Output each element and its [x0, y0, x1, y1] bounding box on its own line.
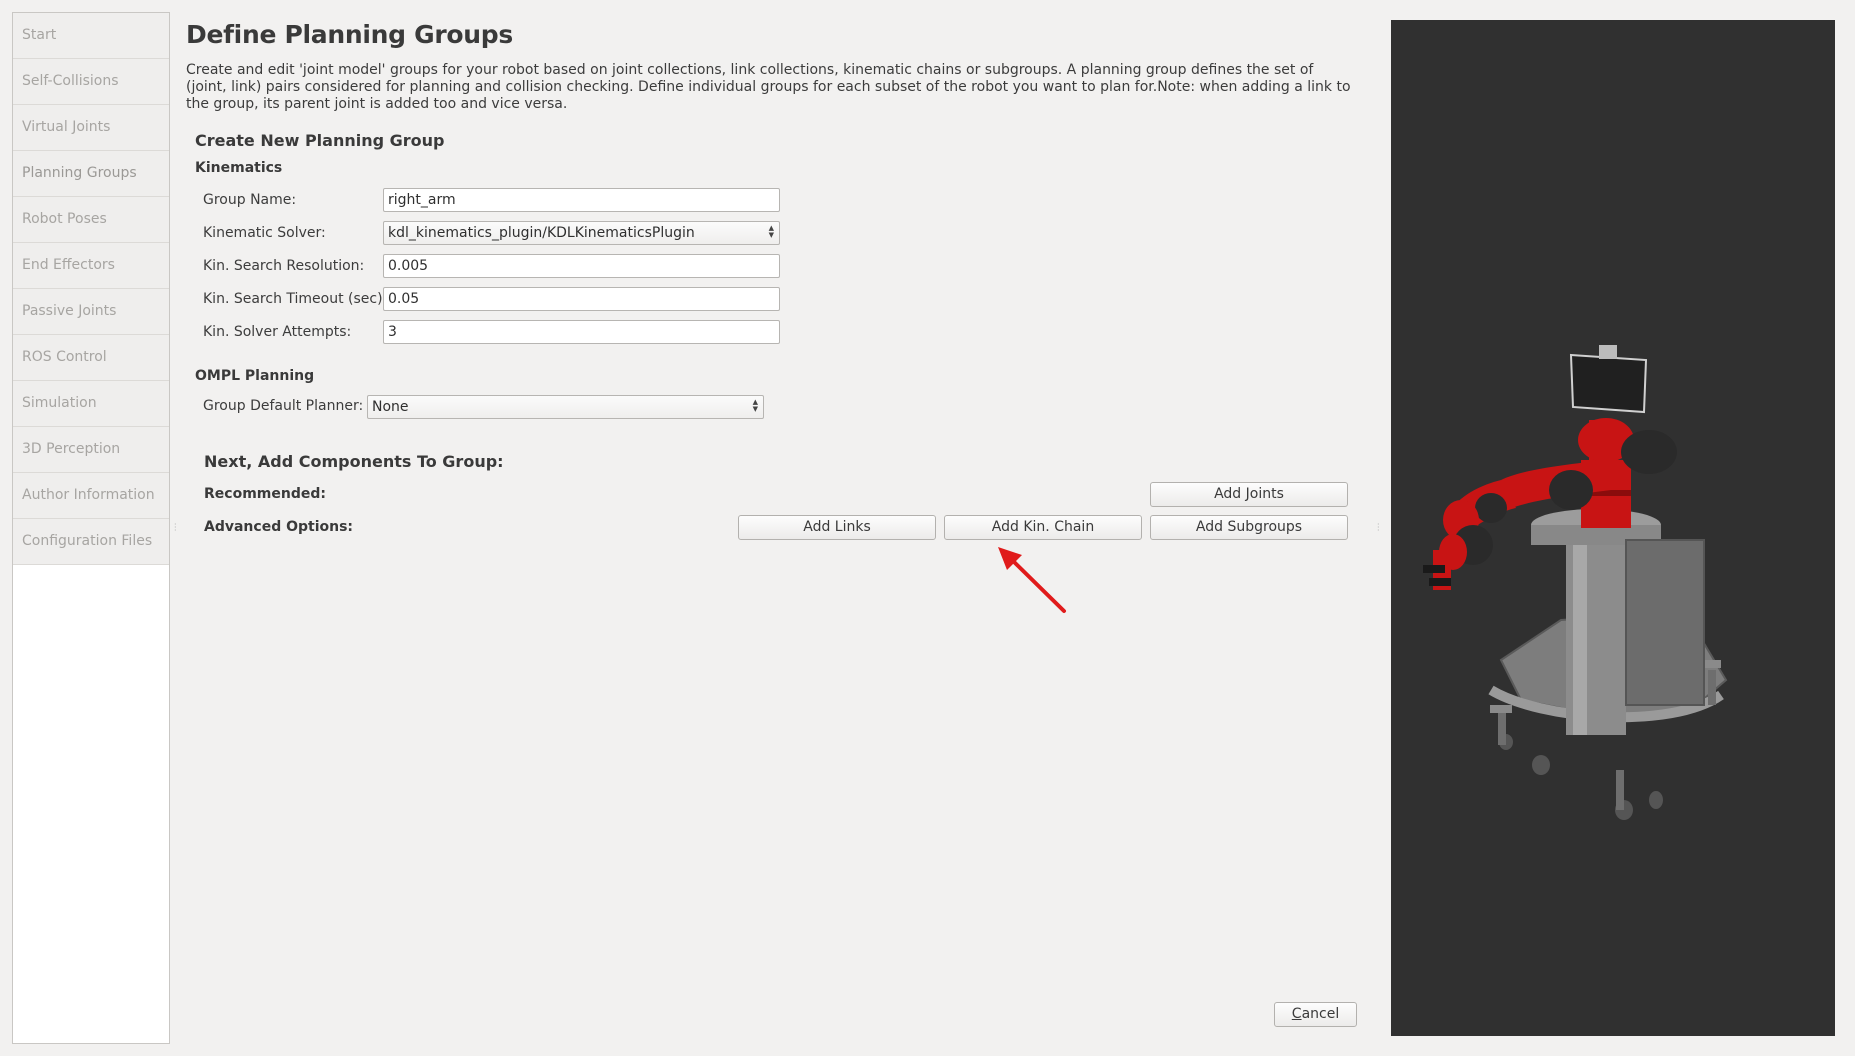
cancel-mnemonic: C: [1291, 1006, 1302, 1022]
sidebar-item-start[interactable]: Start: [13, 13, 169, 59]
default-planner-value: None: [372, 399, 409, 415]
select-arrows-icon: ▲ ▼: [768, 224, 774, 239]
group-name-label: Group Name:: [203, 192, 297, 208]
sidebar-item-3d-perception[interactable]: 3D Perception: [13, 427, 169, 473]
solver-attempts-input[interactable]: 3: [383, 320, 780, 344]
page-title: Define Planning Groups: [186, 20, 513, 49]
search-resolution-input[interactable]: 0.005: [383, 254, 780, 278]
sidebar-item-planning-groups[interactable]: Planning Groups: [13, 151, 169, 197]
add-kin-chain-button[interactable]: Add Kin. Chain: [944, 515, 1142, 540]
add-subgroups-button[interactable]: Add Subgroups: [1150, 515, 1348, 540]
sidebar-item-self-collisions[interactable]: Self-Collisions: [13, 59, 169, 105]
page-description: Create and edit 'joint model' groups for…: [186, 62, 1351, 112]
sidebar-item-virtual-joints[interactable]: Virtual Joints: [13, 105, 169, 151]
kinematic-solver-value: kdl_kinematics_plugin/KDLKinematicsPlugi…: [388, 225, 695, 241]
recommended-label: Recommended:: [204, 486, 326, 502]
kinematic-solver-label: Kinematic Solver:: [203, 225, 326, 241]
sidebar-item-configuration-files[interactable]: Configuration Files: [13, 519, 169, 565]
default-planner-label: Group Default Planner:: [203, 398, 364, 414]
sidebar-item-passive-joints[interactable]: Passive Joints: [13, 289, 169, 335]
sidebar-item-simulation[interactable]: Simulation: [13, 381, 169, 427]
default-planner-select[interactable]: None ▲ ▼: [367, 395, 764, 419]
ompl-planning-title: OMPL Planning: [195, 368, 315, 384]
group-name-input[interactable]: right_arm: [383, 188, 780, 212]
select-arrows-icon: ▲ ▼: [752, 398, 758, 413]
sidebar-item-end-effectors[interactable]: End Effectors: [13, 243, 169, 289]
cancel-label: ancel: [1301, 1006, 1340, 1022]
solver-attempts-label: Kin. Solver Attempts:: [203, 324, 352, 340]
left-splitter-handle[interactable]: · · ·: [174, 521, 178, 535]
sidebar-item-author-information[interactable]: Author Information: [13, 473, 169, 519]
robot-model-icon: [1423, 345, 1728, 820]
sidebar-item-robot-poses[interactable]: Robot Poses: [13, 197, 169, 243]
robot-3d-viewport[interactable]: [1391, 20, 1835, 1036]
right-splitter-handle[interactable]: · · ·: [1377, 521, 1381, 535]
search-timeout-input[interactable]: 0.05: [383, 287, 780, 311]
advanced-options-label: Advanced Options:: [204, 519, 354, 535]
search-timeout-label: Kin. Search Timeout (sec):: [203, 291, 388, 307]
create-group-title: Create New Planning Group: [195, 131, 445, 150]
add-joints-button[interactable]: Add Joints: [1150, 482, 1348, 507]
search-resolution-label: Kin. Search Resolution:: [203, 258, 365, 274]
sidebar-nav: Start Self-Collisions Virtual Joints Pla…: [12, 12, 170, 1044]
annotation-arrow-icon: [998, 547, 1066, 613]
kinematic-solver-select[interactable]: kdl_kinematics_plugin/KDLKinematicsPlugi…: [383, 221, 780, 245]
kinematics-title: Kinematics: [195, 160, 283, 176]
add-components-title: Next, Add Components To Group:: [204, 452, 504, 471]
cancel-button[interactable]: Cancel: [1274, 1002, 1357, 1027]
sidebar-item-ros-control[interactable]: ROS Control: [13, 335, 169, 381]
add-links-button[interactable]: Add Links: [738, 515, 936, 540]
